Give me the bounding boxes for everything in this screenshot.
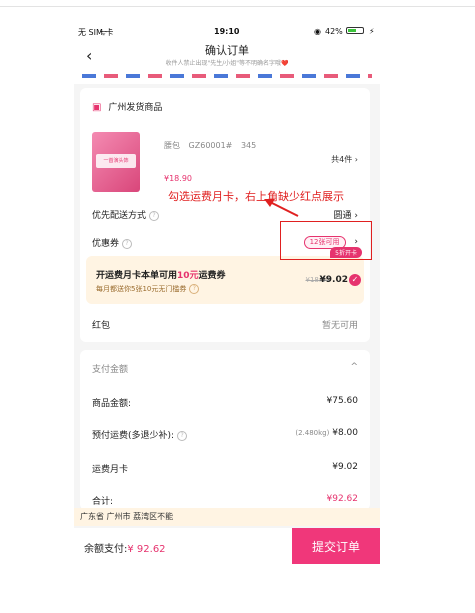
payment-section-label: 支付金额 bbox=[92, 365, 129, 375]
shop-icon: ▣ bbox=[92, 102, 102, 113]
goods-amount-value: ¥75.60 bbox=[326, 396, 359, 406]
balance-value: ¥ 92.62 bbox=[127, 544, 166, 555]
goods-amount-label: 商品金额: bbox=[92, 399, 132, 409]
delivery-label: 优先配送方式 bbox=[92, 211, 147, 221]
red-packet-label: 红包 bbox=[92, 321, 111, 331]
freight-card-label: 运费月卡 bbox=[92, 465, 129, 475]
page-header: ‹ 确认订单 收件人禁止出现"先生/小姐"等不明确名字哦❤️ bbox=[74, 38, 380, 84]
freight-card-row: 运费月卡 ¥9.02 bbox=[92, 462, 358, 475]
order-card: ▣ 广州发货商品 一首演头饰 腰包 GZ60001# 345 共4件 › ¥18… bbox=[80, 88, 370, 342]
coupon-label: 优惠券 bbox=[92, 239, 120, 249]
product-count-link[interactable]: 共4件 › bbox=[331, 154, 358, 165]
promo-subtitle: 每月都送你5张10元无门槛券? bbox=[96, 284, 200, 294]
top-divider bbox=[0, 6, 475, 7]
delivery-value: 圆通 bbox=[333, 211, 352, 221]
freight-value: ¥8.00 bbox=[332, 428, 358, 438]
airmail-stripe bbox=[82, 74, 372, 78]
product-image-banner: 一首演头饰 bbox=[96, 154, 136, 168]
checkmark-icon[interactable]: ✓ bbox=[349, 274, 361, 286]
promo-subtitle-text: 每月都送你5张10元无门槛券 bbox=[96, 285, 187, 293]
freight-row: 预付运费(多退少补):? (2.480kg) ¥8.00 bbox=[92, 428, 358, 441]
help-icon[interactable]: ? bbox=[177, 430, 188, 441]
status-time: 19:10 bbox=[214, 27, 240, 36]
status-bar: 无 SIM 卡 ᯤ 19:10 ◉ 42% ⚡ bbox=[74, 24, 380, 38]
delivery-row[interactable]: 优先配送方式? 圆通 › bbox=[92, 208, 358, 221]
address-notice: 广东省 广州市 荔湾区不能 bbox=[74, 508, 380, 526]
freight-label: 预付运费(多退少补): bbox=[92, 431, 175, 441]
annotation-highlight-box bbox=[280, 221, 372, 260]
chevron-right-icon: › bbox=[354, 211, 358, 221]
balance-payment: 余额支付:¥ 92.62 bbox=[84, 540, 166, 555]
product-name-row: 腰包 GZ60001# 345 bbox=[164, 140, 256, 151]
freight-weight: (2.480kg) bbox=[295, 429, 330, 437]
shop-row: ▣ 广州发货商品 bbox=[92, 100, 358, 113]
annotation-text: 勾选运费月卡，右上角缺少红点展示 bbox=[168, 190, 344, 203]
wifi-icon: ᯤ bbox=[100, 28, 108, 37]
location-icon: ◉ bbox=[314, 27, 321, 36]
product-count: 共4件 bbox=[331, 155, 353, 164]
freight-card-promo[interactable]: 5折开卡 开运费月卡本单可用10元运费券 每月都送你5张10元无门槛券? ¥18… bbox=[86, 247, 364, 304]
product-name: 腰包 bbox=[164, 141, 180, 150]
total-row: 合计: ¥92.62 bbox=[92, 494, 358, 507]
shop-name: 广州发货商品 bbox=[108, 103, 163, 113]
battery-percent: 42% bbox=[325, 27, 343, 36]
carrier-label: 无 SIM 卡 bbox=[78, 28, 114, 37]
help-icon[interactable]: ? bbox=[122, 238, 133, 249]
total-label: 合计: bbox=[92, 497, 114, 507]
payment-card: 支付金额 ^ 商品金额: ¥75.60 预付运费(多退少补):? (2.480k… bbox=[80, 350, 370, 510]
page-subtitle: 收件人禁止出现"先生/小姐"等不明确名字哦❤️ bbox=[165, 60, 289, 67]
total-value: ¥92.62 bbox=[326, 494, 359, 504]
product-code: GZ60001# bbox=[188, 141, 233, 150]
phone-screen: 无 SIM 卡 ᯤ 19:10 ◉ 42% ⚡ ‹ 确认订单 收件人禁止出现"先… bbox=[74, 24, 380, 564]
payment-section-header[interactable]: 支付金额 ^ bbox=[92, 362, 358, 375]
promo-title: 开运费月卡本单可用10元运费券 bbox=[96, 268, 226, 281]
promo-title-highlight: 10元 bbox=[177, 271, 199, 281]
promo-title-prefix: 开运费月卡本单可用 bbox=[96, 271, 178, 281]
chevron-right-icon: › bbox=[354, 155, 358, 164]
help-icon[interactable]: ? bbox=[149, 210, 160, 221]
help-icon[interactable]: ? bbox=[189, 284, 200, 294]
chevron-up-icon: ^ bbox=[350, 362, 358, 372]
product-image[interactable]: 一首演头饰 bbox=[92, 132, 140, 192]
charging-icon: ⚡ bbox=[369, 27, 375, 36]
product-price: ¥18.90 bbox=[164, 174, 192, 183]
freight-card-value: ¥9.02 bbox=[332, 462, 358, 472]
product-spec: 345 bbox=[240, 141, 257, 150]
goods-amount-row: 商品金额: ¥75.60 bbox=[92, 396, 358, 409]
balance-label: 余额支付: bbox=[84, 544, 128, 555]
battery-icon bbox=[346, 27, 364, 34]
page-title: 确认订单 bbox=[205, 44, 249, 57]
bottom-bar: 余额支付:¥ 92.62 提交订单 bbox=[74, 528, 380, 564]
submit-order-button[interactable]: 提交订单 bbox=[292, 528, 380, 564]
promo-new-price: ¥9.02 bbox=[319, 275, 348, 285]
red-packet-value: 暂无可用 bbox=[321, 321, 358, 331]
promo-title-suffix: 运费券 bbox=[198, 271, 226, 281]
red-packet-row[interactable]: 红包 暂无可用 bbox=[92, 318, 358, 331]
